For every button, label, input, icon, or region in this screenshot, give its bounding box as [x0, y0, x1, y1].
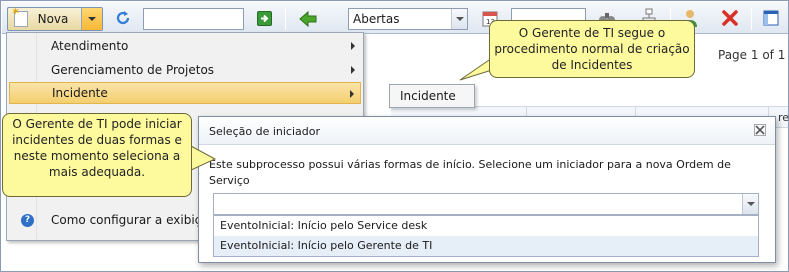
- help-icon: ?: [21, 214, 34, 227]
- close-icon[interactable]: [754, 124, 766, 136]
- status-filter-value: Abertas: [353, 12, 400, 26]
- initiator-options-list: EventoInicial: Início pelo Service desk …: [213, 215, 759, 257]
- refresh-icon[interactable]: [114, 10, 132, 28]
- new-doc-icon: [11, 5, 28, 27]
- chevron-down-icon[interactable]: [742, 194, 758, 214]
- option-service-desk[interactable]: EventoInicial: Início pelo Service desk: [214, 216, 758, 236]
- chevron-down-icon[interactable]: [451, 9, 467, 29]
- search-input[interactable]: [143, 8, 244, 30]
- pager-text: Page 1 of 1: [718, 48, 786, 62]
- back-icon[interactable]: [298, 10, 318, 28]
- toolbar-separator: [751, 8, 752, 30]
- menu-item-incidente[interactable]: Incidente: [9, 82, 361, 104]
- grid-header-label: rego: [778, 111, 789, 124]
- initiator-dialog: Seleção de iniciador Este subprocesso po…: [198, 116, 776, 263]
- app-frame: Page 1 of 1 rego Nova Abertas 13: [0, 0, 789, 272]
- incidente-submenu: Incidente: [389, 84, 475, 108]
- callout-top: O Gerente de TI segue o procedimento nor…: [489, 20, 695, 78]
- toolbar-separator: [285, 8, 286, 30]
- go-icon[interactable]: [257, 11, 272, 26]
- dialog-titlebar: Seleção de iniciador: [199, 117, 775, 145]
- menu-item-atendimento[interactable]: Atendimento: [9, 35, 361, 57]
- status-filter-select[interactable]: Abertas: [348, 8, 468, 30]
- delete-icon[interactable]: [722, 10, 738, 26]
- layout-icon[interactable]: [763, 10, 779, 26]
- chevron-right-icon: [351, 66, 355, 74]
- menu-item-label: Como configurar a exibição: [51, 213, 216, 227]
- new-button-label: Nova: [37, 12, 69, 26]
- menu-item-gerenciamento-projetos[interactable]: Gerenciamento de Projetos: [9, 59, 361, 81]
- chevron-right-icon: [351, 42, 355, 50]
- new-dropdown-arrow[interactable]: [81, 8, 102, 30]
- menu-item-label: Gerenciamento de Projetos: [51, 63, 215, 77]
- submenu-item-incidente[interactable]: Incidente: [400, 89, 456, 103]
- dialog-title: Seleção de iniciador: [209, 125, 320, 138]
- callout-left: O Gerente de TI pode iniciar incidentes …: [2, 113, 192, 197]
- initiator-select[interactable]: [213, 193, 759, 215]
- menu-item-label: Atendimento: [51, 39, 129, 53]
- callout-top-text: O Gerente de TI segue o procedimento nor…: [494, 26, 690, 72]
- new-button[interactable]: Nova: [7, 5, 103, 31]
- chevron-right-icon: [350, 90, 354, 98]
- menu-item-label: Incidente: [52, 86, 108, 100]
- option-gerente-ti[interactable]: EventoInicial: Início pelo Gerente de TI: [214, 236, 758, 256]
- dialog-message: Este subprocesso possui várias formas de…: [209, 158, 731, 187]
- callout-left-text: O Gerente de TI pode iniciar incidentes …: [12, 117, 182, 179]
